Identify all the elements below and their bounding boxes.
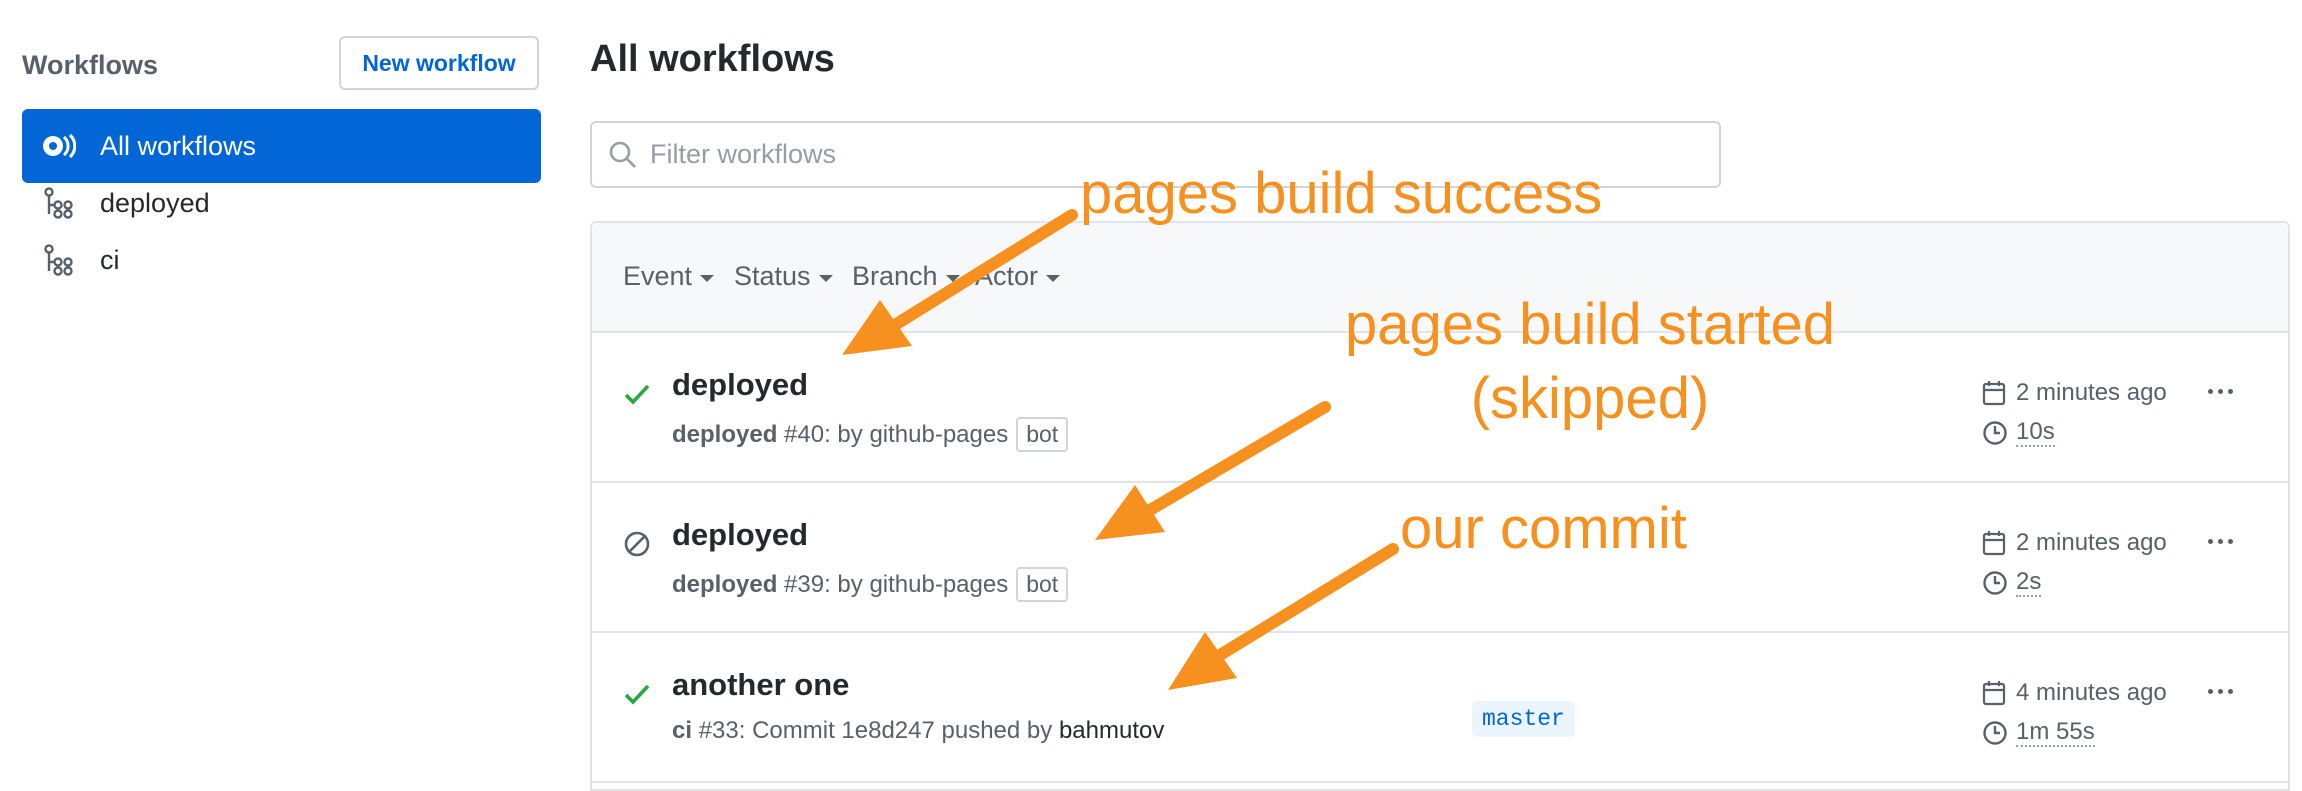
workflow-name: ci <box>672 717 693 744</box>
actor-link[interactable]: github-pages <box>869 421 1008 449</box>
search-icon <box>608 140 638 170</box>
caret-down-icon <box>818 274 833 282</box>
run-number: #40 <box>784 420 825 448</box>
meta-text: : Commit <box>738 717 842 744</box>
bot-badge: bot <box>1016 567 1069 602</box>
annotation-pages-build-started: pages build started (skipped) <box>1290 288 1890 436</box>
sidebar-item-ci[interactable]: ci <box>22 223 541 297</box>
run-meta: deployed #40: by github-pages bot <box>672 417 1069 452</box>
skipped-icon <box>622 529 652 559</box>
filter-status-button[interactable]: Status <box>734 261 833 292</box>
filter-label: Branch <box>852 261 938 291</box>
calendar-icon <box>1982 680 2008 706</box>
sidebar-item-label: ci <box>100 244 120 275</box>
run-duration: 2s <box>2016 568 2042 597</box>
more-options-button[interactable] <box>2208 539 2233 544</box>
workflow-name: deployed <box>672 570 778 598</box>
actor-link[interactable]: github-pages <box>869 571 1008 599</box>
check-icon <box>622 379 652 409</box>
run-meta: deployed #39: by github-pages bot <box>672 567 1069 602</box>
new-workflow-button[interactable]: New workflow <box>339 36 539 90</box>
annotation-our-commit: our commit <box>1400 496 1687 561</box>
workflow-icon <box>40 241 78 279</box>
check-icon <box>622 679 652 709</box>
run-times: 2 minutes ago 10s <box>1982 373 2167 453</box>
calendar-icon <box>1982 530 2008 556</box>
annotation-pages-build-success: pages build success <box>1080 161 1603 226</box>
time-ago: 2 minutes ago <box>2016 379 2167 406</box>
run-title-link[interactable]: another one <box>672 667 849 703</box>
run-title-link[interactable]: deployed <box>672 367 808 403</box>
run-times: 4 minutes ago 1m 55s <box>1982 673 2167 753</box>
caret-down-icon <box>945 274 960 282</box>
more-options-button[interactable] <box>2208 389 2233 394</box>
run-number: #33 <box>698 717 739 744</box>
sidebar-item-label: All workflows <box>100 130 257 161</box>
workflow-name: deployed <box>672 420 778 448</box>
page-title: All workflows <box>590 38 835 80</box>
meta-text: : by <box>824 420 870 448</box>
time-ago: 2 minutes ago <box>2016 529 2167 556</box>
run-times: 2 minutes ago 2s <box>1982 523 2167 603</box>
filter-branch-button[interactable]: Branch <box>852 261 960 292</box>
time-ago: 4 minutes ago <box>2016 679 2167 706</box>
filter-actor-button[interactable]: Actor <box>975 261 1061 292</box>
bot-badge: bot <box>1016 417 1069 452</box>
commit-sha[interactable]: 1e8d247 <box>841 717 934 745</box>
filter-label: Event <box>623 261 693 291</box>
workflow-icon <box>40 184 78 222</box>
workflows-icon <box>40 127 78 165</box>
clock-icon <box>1982 570 2008 596</box>
actor-link[interactable]: bahmutov <box>1059 717 1164 745</box>
filter-event-button[interactable]: Event <box>623 261 715 292</box>
annotation-line: (skipped) <box>1470 366 1710 431</box>
run-number: #39 <box>784 570 825 598</box>
annotation-line: pages build started <box>1344 292 1836 357</box>
run-meta: ci #33: Commit 1e8d247 pushed by bahmuto… <box>672 717 1164 745</box>
run-duration: 1m 55s <box>2016 718 2095 747</box>
run-duration: 10s <box>2016 418 2055 447</box>
caret-down-icon <box>700 274 715 282</box>
pushed-by-text: pushed by <box>934 717 1059 744</box>
filter-label: Status <box>734 261 811 291</box>
run-title-link[interactable]: deployed <box>672 517 808 553</box>
sidebar-item-label: deployed <box>100 187 210 218</box>
branch-badge[interactable]: master <box>1472 701 1575 737</box>
filter-label: Actor <box>975 261 1039 291</box>
caret-down-icon <box>1046 274 1061 282</box>
sidebar-title: Workflows <box>22 50 159 80</box>
clock-icon <box>1982 720 2008 746</box>
more-options-button[interactable] <box>2208 689 2233 694</box>
table-row[interactable]: another one ci #33: Commit 1e8d247 pushe… <box>592 633 2288 783</box>
calendar-icon <box>1982 380 2008 406</box>
clock-icon <box>1982 420 2008 446</box>
meta-text: : by <box>824 570 870 598</box>
